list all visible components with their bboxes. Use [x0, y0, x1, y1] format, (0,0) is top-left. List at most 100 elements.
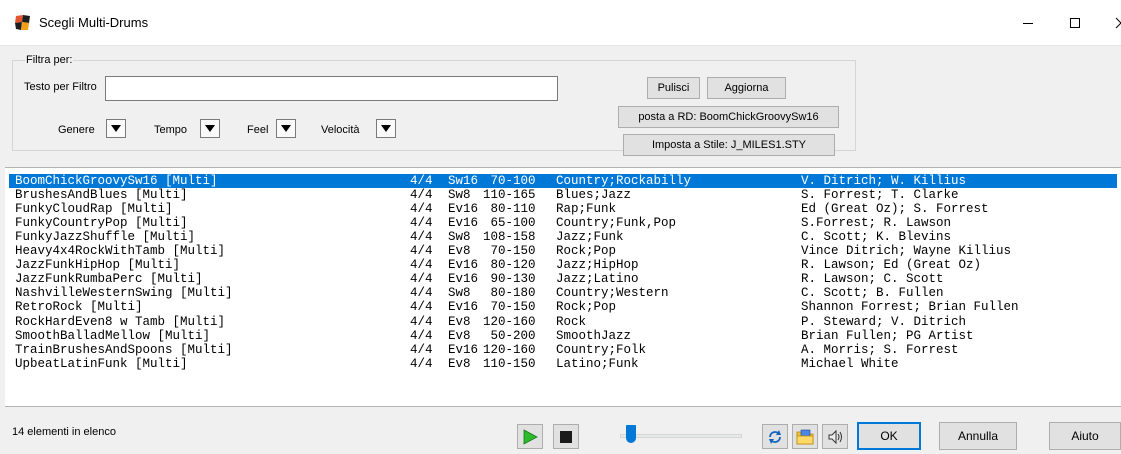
- dropdown-arrow-icon: [381, 125, 391, 132]
- list-item[interactable]: Heavy4x4RockWithTamb [Multi] 4/4 Ev8 70-15…: [9, 244, 1117, 258]
- list-item[interactable]: BoomChickGroovySw16 [Multi] 4/4 Sw16 70-10…: [9, 174, 1117, 188]
- row-time-signature: 4/4: [410, 328, 433, 343]
- volume-slider-track[interactable]: [620, 434, 742, 438]
- row-artist: Michael White: [801, 356, 899, 371]
- row-name: RetroRock [Multi]: [15, 300, 143, 315]
- list-item[interactable]: NashvilleWesternSwing [Multi] 4/4 Sw8 80-1…: [9, 286, 1117, 300]
- row-genre: Jazz;HipHop: [556, 258, 639, 273]
- genre-label: Genere: [58, 124, 95, 136]
- velocity-label: Velocità: [321, 124, 360, 136]
- row-time-signature: 4/4: [410, 286, 433, 301]
- row-feel: Ev16: [448, 342, 479, 357]
- row-time-signature: 4/4: [410, 202, 433, 217]
- list-item[interactable]: UpbeatLatinFunk [Multi] 4/4 Ev8 110-150 Lati…: [9, 357, 1117, 371]
- list-item[interactable]: FunkyCloudRap [Multi] 4/4 Ev16 80-110 Rap;F…: [9, 202, 1117, 216]
- row-tempo: 70-100: [483, 174, 536, 188]
- row-genre: Rock;Pop: [556, 300, 617, 315]
- multidrums-list[interactable]: BoomChickGroovySw16 [Multi] 4/4 Sw16 70-10…: [5, 167, 1121, 407]
- row-name: FunkyJazzShuffle [Multi]: [15, 230, 196, 245]
- loop-button[interactable]: [762, 424, 788, 449]
- row-artist: C. Scott; K. Blevins: [801, 230, 952, 245]
- row-name: RockHardEven8 w Tamb [Multi]: [15, 314, 226, 329]
- window-title: Scegli Multi-Drums: [39, 15, 149, 30]
- row-feel: Ev16: [448, 202, 479, 217]
- row-name: Heavy4x4RockWithTamb [Multi]: [15, 244, 226, 259]
- list-item[interactable]: TrainBrushesAndSpoons [Multi] 4/4 Ev16 120-…: [9, 343, 1117, 357]
- row-genre: Latino;Funk: [556, 356, 639, 371]
- folder-button[interactable]: [792, 424, 818, 449]
- row-time-signature: 4/4: [410, 244, 433, 259]
- row-feel: Ev8: [448, 244, 471, 259]
- row-genre: Blues;Jazz: [556, 188, 632, 203]
- play-button[interactable]: [517, 424, 543, 449]
- row-tempo: 70-150: [483, 300, 536, 315]
- row-time-signature: 4/4: [410, 216, 433, 231]
- row-name: JazzFunkHipHop [Multi]: [15, 258, 181, 273]
- close-button[interactable]: [1098, 0, 1121, 46]
- row-time-signature: 4/4: [410, 314, 433, 329]
- clear-button[interactable]: Pulisci: [647, 77, 700, 99]
- row-name: JazzFunkRumbaPerc [Multi]: [15, 272, 203, 287]
- row-genre: Country;Folk: [556, 342, 647, 357]
- loop-icon: [769, 429, 781, 444]
- feel-dropdown[interactable]: [276, 119, 296, 138]
- row-feel: Ev8: [448, 314, 471, 329]
- genre-dropdown[interactable]: [106, 119, 126, 138]
- stop-button[interactable]: [553, 424, 579, 449]
- list-item[interactable]: BrushesAndBlues [Multi] 4/4 Sw8 110-165 Blue…: [9, 188, 1117, 202]
- row-feel: Sw8: [448, 230, 471, 245]
- speaker-button[interactable]: [822, 424, 848, 449]
- row-name: BrushesAndBlues [Multi]: [15, 188, 188, 203]
- row-genre: Country;Rockabilly: [556, 174, 692, 188]
- list-item[interactable]: RockHardEven8 w Tamb [Multi] 4/4 Ev8 120-16…: [9, 315, 1117, 329]
- minimize-button[interactable]: [1005, 0, 1051, 46]
- row-feel: Ev8: [448, 328, 471, 343]
- velocity-dropdown[interactable]: [376, 119, 396, 138]
- minimize-icon: [1023, 23, 1033, 24]
- maximize-button[interactable]: [1052, 0, 1098, 46]
- speaker-icon: [828, 429, 842, 444]
- list-item[interactable]: SmoothBalladMellow [Multi] 4/4 Ev8 50-200 S…: [9, 329, 1117, 343]
- tempo-dropdown[interactable]: [200, 119, 220, 138]
- help-button[interactable]: Aiuto: [1049, 422, 1121, 450]
- refresh-button[interactable]: Aggiorna: [707, 77, 786, 99]
- row-feel: Ev8: [448, 356, 471, 371]
- list-item[interactable]: JazzFunkHipHop [Multi] 4/4 Ev16 80-120 Jazz…: [9, 258, 1117, 272]
- row-genre: SmoothJazz: [556, 328, 632, 343]
- row-feel: Sw8: [448, 286, 471, 301]
- row-name: FunkyCloudRap [Multi]: [15, 202, 173, 217]
- maximize-icon: [1070, 18, 1080, 28]
- row-genre: Jazz;Latino: [556, 272, 639, 287]
- row-time-signature: 4/4: [410, 258, 433, 273]
- row-time-signature: 4/4: [410, 356, 433, 371]
- row-genre: Rap;Funk: [556, 202, 617, 217]
- filter-text-input[interactable]: [105, 76, 558, 101]
- close-icon: [1115, 17, 1121, 29]
- set-rd-button[interactable]: posta a RD: BoomChickGroovySw16: [618, 106, 839, 128]
- volume-slider-thumb[interactable]: [625, 425, 636, 443]
- row-genre: Rock: [556, 314, 587, 329]
- row-name: SmoothBalladMellow [Multi]: [15, 328, 211, 343]
- cancel-button[interactable]: Annulla: [939, 422, 1017, 450]
- row-name: NashvilleWesternSwing [Multi]: [15, 286, 233, 301]
- row-tempo: 80-110: [483, 202, 536, 217]
- row-artist: C. Scott; B. Fullen: [801, 286, 944, 301]
- ok-button[interactable]: OK: [857, 422, 921, 450]
- dropdown-arrow-icon: [205, 125, 215, 132]
- folder-icon: [796, 429, 814, 444]
- row-name: TrainBrushesAndSpoons [Multi]: [15, 342, 233, 357]
- list-item[interactable]: FunkyJazzShuffle [Multi] 4/4 Sw8 108-158 Jaz…: [9, 230, 1117, 244]
- row-tempo: 110-165: [483, 188, 536, 203]
- list-item[interactable]: JazzFunkRumbaPerc [Multi] 4/4 Ev16 90-130 J…: [9, 272, 1117, 286]
- row-name: UpbeatLatinFunk [Multi]: [15, 356, 188, 371]
- row-time-signature: 4/4: [410, 272, 433, 287]
- row-feel: Ev16: [448, 300, 479, 315]
- list-item[interactable]: FunkyCountryPop [Multi] 4/4 Ev16 65-100 Cou…: [9, 216, 1117, 230]
- list-item[interactable]: RetroRock [Multi] 4/4 Ev16 70-150 Rock;Pop S…: [9, 300, 1117, 314]
- row-artist: R. Lawson; Ed (Great Oz): [801, 258, 982, 273]
- row-genre: Country;Western: [556, 286, 669, 301]
- row-artist: R. Lawson; C. Scott: [801, 272, 944, 287]
- stop-icon: [560, 430, 572, 443]
- set-style-button[interactable]: Imposta a Stile: J_MILES1.STY: [623, 134, 835, 156]
- row-genre: Rock;Pop: [556, 244, 617, 259]
